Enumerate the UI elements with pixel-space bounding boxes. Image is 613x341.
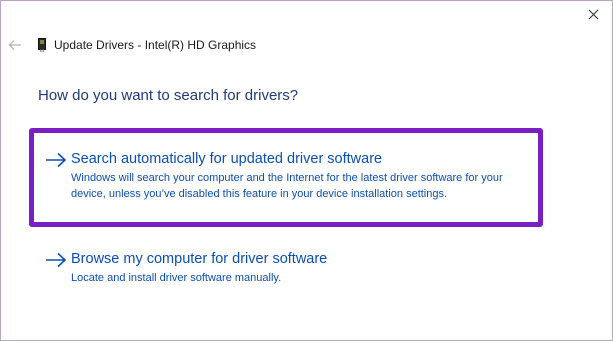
page-heading: How do you want to search for drivers? [38, 87, 299, 104]
back-button[interactable] [7, 37, 23, 53]
option-title: Browse my computer for driver software [71, 251, 328, 267]
arrow-right-icon [46, 252, 67, 268]
option-title: Search automatically for updated driver … [71, 151, 383, 167]
arrow-right-icon [46, 152, 67, 168]
back-arrow-icon [8, 40, 21, 50]
search-automatically-option[interactable]: Search automatically for updated driver … [29, 128, 543, 227]
option-description: Windows will search your computer and th… [71, 172, 503, 200]
title-bar: Update Drivers - Intel(R) HD Graphics [37, 38, 256, 52]
window-title: Update Drivers - Intel(R) HD Graphics [54, 38, 257, 52]
option-description: Locate and install driver software manua… [71, 272, 282, 284]
update-drivers-dialog: Update Drivers - Intel(R) HD Graphics Ho… [0, 0, 613, 341]
close-button[interactable] [582, 3, 604, 25]
browse-computer-option[interactable]: Browse my computer for driver software L… [29, 246, 543, 296]
display-adapter-icon [37, 38, 46, 52]
close-icon [588, 9, 598, 19]
